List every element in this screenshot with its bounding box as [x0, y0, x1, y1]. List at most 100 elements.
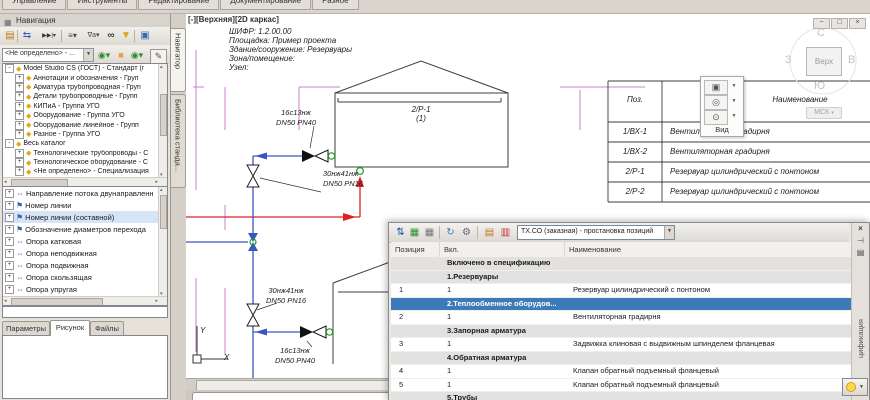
tree1-vertical-scrollbar[interactable]: ▴ ▾ — [158, 64, 167, 178]
tree-item[interactable]: + ◆ <Не определено> - Специализация — [3, 167, 167, 176]
table-row[interactable]: Включено в спецификацию — [391, 257, 851, 271]
quick-filter-input[interactable] — [2, 306, 168, 318]
compass-north[interactable]: С — [817, 27, 825, 39]
tree-item[interactable]: + ⇔ Опора подвижная — [3, 259, 167, 271]
tab-editing[interactable]: Редактирование — [138, 0, 219, 10]
tree-item[interactable]: + ◆ Технологические трубопроводы - С — [3, 149, 167, 158]
expander-icon[interactable]: + — [5, 261, 14, 270]
chevron-down-icon[interactable]: ▼ — [859, 384, 864, 390]
folder-icon[interactable]: ■ — [115, 49, 127, 62]
tree2-vertical-scrollbar[interactable]: ▴ ▾ — [158, 187, 167, 297]
filter-funnel-icon[interactable]: ▼ — [119, 29, 133, 43]
table-row[interactable]: 5.Трубы — [391, 392, 851, 400]
expander-icon[interactable]: + — [15, 130, 24, 139]
expander-icon[interactable]: + — [5, 273, 14, 282]
tree-item[interactable]: + ⇔ Направление потока двунаправленн — [3, 187, 167, 199]
menu-icon[interactable]: ▤ — [852, 247, 869, 259]
expander-icon[interactable]: + — [5, 189, 14, 198]
expander-icon[interactable]: + — [15, 149, 24, 158]
globe-refresh-icon[interactable]: ◉▾ — [96, 49, 112, 62]
tree-item[interactable]: + ◆ КИПиА - Группа УГО — [3, 102, 167, 111]
tab-tools[interactable]: Инструменты — [67, 0, 137, 10]
columns-icon[interactable]: ▥ — [499, 226, 512, 239]
expander-icon[interactable]: + — [5, 249, 14, 258]
binoculars-search-icon[interactable]: ∞ — [104, 29, 118, 43]
chevron-down-icon[interactable]: ▼ — [730, 95, 738, 108]
compass-east[interactable]: В — [848, 54, 855, 66]
report-icon[interactable]: ▤ — [3, 29, 17, 43]
tab-files[interactable]: Файлы — [90, 321, 124, 335]
visual-style-icon[interactable]: ◎ — [704, 95, 728, 110]
save-table-icon[interactable]: ▦ — [423, 226, 436, 239]
edit-pencil-icon[interactable]: ✎ — [150, 49, 167, 64]
expander-icon[interactable]: + — [15, 92, 24, 101]
expander-icon[interactable]: + — [15, 121, 24, 130]
expander-icon[interactable]: + — [15, 83, 24, 92]
tab-standard-library[interactable]: Библиотека станда... — [171, 94, 186, 188]
expander-icon[interactable]: + — [5, 201, 14, 210]
column-position[interactable]: Позиция — [391, 242, 440, 257]
expander-icon[interactable]: - — [5, 139, 14, 148]
globe-settings-icon[interactable]: ◉▾ — [129, 49, 145, 62]
refresh-icon[interactable]: ↻ — [444, 226, 457, 239]
expander-icon[interactable]: - — [5, 64, 14, 73]
expander-icon[interactable]: + — [5, 285, 14, 294]
tab-picture[interactable]: Рисунок — [50, 320, 90, 336]
expander-icon[interactable]: + — [5, 213, 14, 222]
chevron-down-icon[interactable]: ▼ — [83, 49, 93, 61]
sort-icon[interactable]: ⇅ — [394, 226, 407, 239]
tree-item[interactable]: + ⚑ Номер линии — [3, 199, 167, 211]
lightbulb-button[interactable]: ▼ — [842, 378, 868, 396]
chevron-down-icon[interactable]: ▼ — [664, 226, 674, 239]
expander-icon[interactable]: + — [15, 74, 24, 83]
table-row[interactable]: 31Задвижка клиновая с выдвижным шпинделе… — [391, 338, 851, 352]
tree-item[interactable]: + ◆ Разное - Группа УГО — [3, 130, 167, 139]
update-table-icon[interactable]: ▦ — [408, 226, 421, 239]
export-icon[interactable]: ▤ — [483, 226, 496, 239]
tree-item[interactable]: + ⇔ Опора неподвижная — [3, 247, 167, 259]
tree-item[interactable]: + ⇔ Опора упругая — [3, 283, 167, 295]
expander-icon[interactable]: + — [15, 111, 24, 120]
tree-item[interactable]: + ◆ Арматура трубопроводная - Груп — [3, 83, 167, 92]
tab-parameters[interactable]: Параметры — [2, 321, 50, 335]
tree-item[interactable]: + ⇔ Опора катковая — [3, 235, 167, 247]
pin-icon[interactable]: ⊣ — [852, 235, 869, 247]
tree1-horizontal-scrollbar[interactable]: ◂▸ — [3, 177, 167, 186]
viewcube-top-button[interactable]: Верх — [806, 47, 842, 76]
tree-item[interactable]: + ◆ Оборудование линейное - Групп — [3, 120, 167, 129]
table-row[interactable]: 41Клапан обратный подъемный фланцевый — [391, 365, 851, 379]
tree-item[interactable]: + ◆ Аннотации и обозначения - Груп — [3, 73, 167, 82]
tree-item[interactable]: + ⚑ Обозначение диаметров перехода — [3, 223, 167, 235]
tab-documenting[interactable]: Документирование — [220, 0, 311, 10]
command-line-window[interactable] — [192, 392, 404, 400]
table-row[interactable]: 3.Запорная арматура — [391, 325, 851, 339]
close-icon[interactable]: × — [849, 18, 866, 29]
restore-icon[interactable]: □ — [831, 18, 848, 29]
tab-management[interactable]: Управление — [2, 0, 66, 10]
close-icon[interactable]: × — [852, 223, 869, 235]
compass-south[interactable]: Ю — [814, 80, 825, 92]
column-name[interactable]: Наименование — [565, 242, 851, 257]
tree-item[interactable]: + ◆ Детали трубопроводные - Групп — [3, 92, 167, 101]
chevron-down-icon[interactable]: ▼ — [730, 110, 738, 123]
table-row[interactable]: 4.Обратная арматура — [391, 352, 851, 366]
chevron-down-icon[interactable]: ▼ — [730, 80, 738, 93]
table-row[interactable]: 11Резервуар цилиндрический с понтоном — [391, 284, 851, 298]
tree-item[interactable]: + ⇔ Опора скользящая — [3, 271, 167, 283]
settings-page-icon[interactable]: ⚙ — [460, 226, 473, 239]
tree-item-selected[interactable]: + ⚑ Номер линии (составной) — [3, 211, 167, 223]
tree-item[interactable]: + ◆ Технологическое оборудование - С — [3, 158, 167, 167]
expander-icon[interactable]: + — [15, 102, 24, 111]
column-included[interactable]: Вкл. — [440, 242, 565, 257]
expander-icon[interactable]: + — [15, 158, 24, 167]
import-icon[interactable]: ⇆ — [20, 29, 34, 43]
table-row[interactable]: 1.Резервуары — [391, 271, 851, 285]
expander-icon[interactable]: + — [15, 167, 24, 176]
skip-to-end-icon[interactable]: ▶▶|▾ — [37, 29, 61, 43]
palette-tab-specification[interactable]: цификация — [856, 319, 865, 358]
spec-template-combo[interactable]: ТХ.СО (заказная) - простановка позиций ▼ — [517, 225, 675, 240]
view-cube-icon[interactable]: ▣ — [704, 80, 728, 95]
ucs-selector[interactable]: МСК ▾ — [806, 107, 842, 119]
table-row-selected[interactable]: 2.Теплообменное оборудов... — [391, 298, 851, 312]
tree-item[interactable]: + ◆ Оборудование - Группа УГО — [3, 111, 167, 120]
